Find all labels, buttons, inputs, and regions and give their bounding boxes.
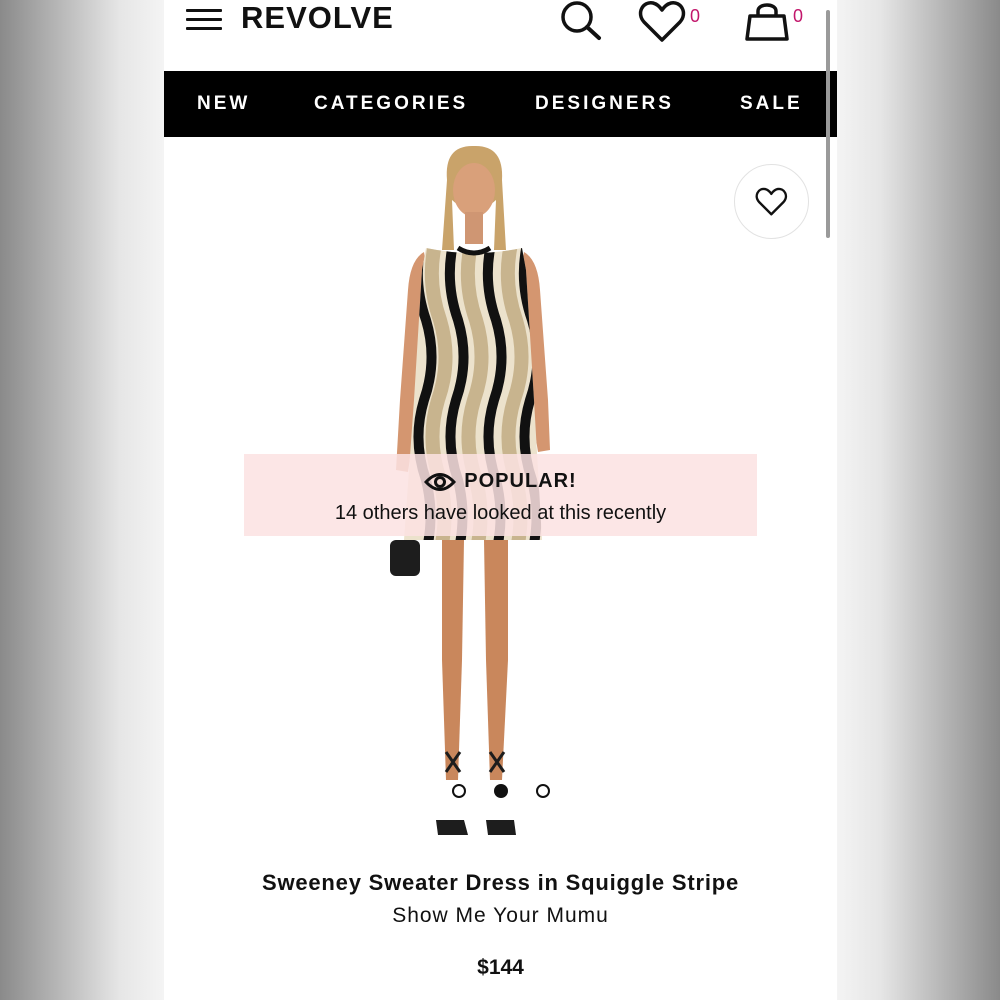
wishlist-count-badge: 0 (690, 6, 701, 26)
nav-item-designers[interactable]: DESIGNERS (535, 93, 674, 115)
cart-count-badge: 0 (793, 6, 804, 26)
search-icon (561, 1, 601, 40)
search-button[interactable] (557, 0, 605, 49)
shopping-bag-icon (745, 3, 789, 41)
cart-button[interactable] (745, 0, 791, 49)
popular-subtitle: 14 others have looked at this recently (334, 502, 667, 524)
heart-icon (638, 1, 686, 42)
hamburger-menu-icon[interactable] (186, 9, 222, 33)
carousel-dots (451, 784, 551, 800)
site-logo[interactable]: REVOLVE (241, 0, 394, 36)
nav-item-sale[interactable]: SALE (740, 93, 803, 115)
category-nav: NEW CATEGORIES DESIGNERS SALE (164, 71, 837, 137)
product-price: $144 (477, 956, 524, 979)
popular-banner: POPULAR! 14 others have looked at this r… (244, 454, 757, 536)
heart-icon (755, 187, 787, 215)
nav-item-categories[interactable]: CATEGORIES (314, 93, 468, 115)
product-name: Sweeney Sweater Dress in Squiggle Stripe (261, 870, 740, 895)
popular-title: POPULAR! (464, 470, 577, 492)
eye-icon (424, 472, 457, 491)
nav-item-new[interactable]: NEW (197, 93, 250, 115)
add-to-wishlist-button[interactable] (734, 164, 809, 239)
scrollbar[interactable] (826, 10, 830, 238)
carousel-dot-active[interactable] (494, 784, 508, 798)
carousel-dot[interactable] (452, 784, 466, 798)
product-brand[interactable]: Show Me Your Mumu (164, 904, 837, 928)
wishlist-button[interactable] (638, 0, 688, 49)
site-header: REVOLVE 0 0 (164, 0, 837, 71)
carousel-dot[interactable] (536, 784, 550, 798)
product-page: REVOLVE 0 0 NEW CATEGORIES DESIGNERS SAL… (164, 0, 837, 1000)
